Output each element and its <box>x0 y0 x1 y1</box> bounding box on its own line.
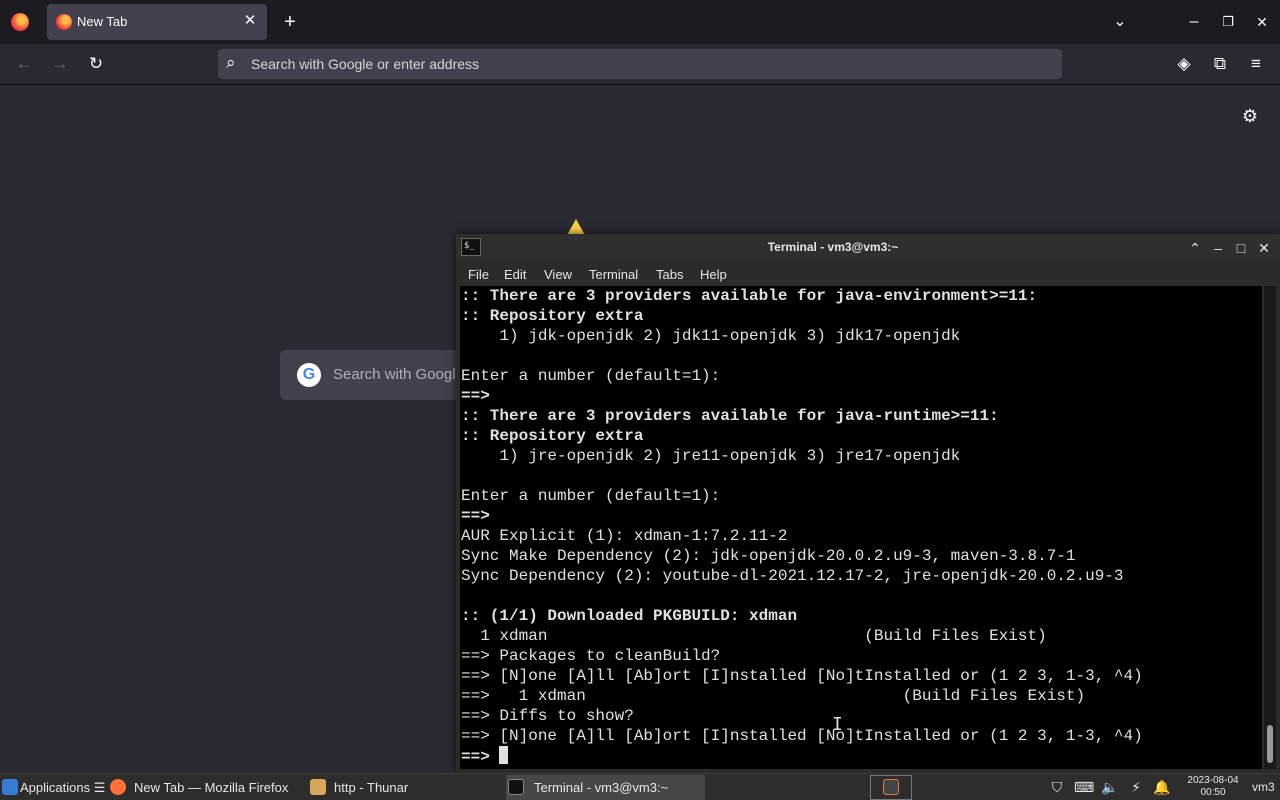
applications-menu-button[interactable]: Applications ☰ <box>0 775 106 800</box>
terminal-line: 1) jre-openjdk 2) jre11-openjdk 3) jre17… <box>461 447 961 465</box>
terminal-line: :: (1/1) Downloaded PKGBUILD: xdman <box>461 607 798 625</box>
applications-icon <box>2 779 18 795</box>
terminal-cursor <box>499 746 509 764</box>
menu-edit[interactable]: Edit <box>504 267 526 282</box>
terminal-line: Sync Dependency (2): youtube-dl-2021.12.… <box>461 567 1124 585</box>
workspace-icon <box>883 779 899 795</box>
scrollbar-thumb[interactable] <box>1267 725 1273 763</box>
menu-tabs[interactable]: Tabs <box>656 267 683 282</box>
menu-file[interactable]: File <box>468 267 489 282</box>
menu-terminal[interactable]: Terminal <box>589 267 638 282</box>
minimize-button[interactable]: – <box>1208 238 1228 258</box>
user-name[interactable]: vm3 <box>1252 780 1275 794</box>
terminal-line: :: There are 3 providers available for j… <box>461 287 1038 305</box>
terminal-line: ==> [N]one [A]ll [Ab]ort [I]nstalled [No… <box>461 727 1143 745</box>
clock-date: 2023-08-04 <box>1187 775 1239 786</box>
taskbar: Applications ☰ New Tab — Mozilla Firefox… <box>0 773 1280 800</box>
maximize-button[interactable]: □ <box>1231 238 1251 258</box>
window-restore-button[interactable]: ❐ <box>1216 10 1240 34</box>
terminal-menubar: File Edit View Terminal Tabs Help <box>456 262 1280 286</box>
clock-time: 00:50 <box>1200 787 1226 798</box>
terminal-line: ==> <box>461 507 490 525</box>
terminal-lines: :: There are 3 providers available for j… <box>461 286 1143 766</box>
terminal-line: Enter a number (default=1): <box>461 367 721 385</box>
terminal-line: 1) jdk-openjdk 2) jdk11-openjdk 3) jdk17… <box>461 327 961 345</box>
workspace-switcher[interactable] <box>870 775 912 800</box>
app-menu-icon[interactable]: ≡ <box>1244 52 1268 76</box>
taskbar-item-thunar[interactable]: http - Thunar <box>308 775 504 800</box>
taskbar-item-firefox[interactable]: New Tab — Mozilla Firefox <box>108 775 304 800</box>
terminal-icon <box>508 779 524 795</box>
tab-title: New Tab <box>77 14 128 29</box>
keyboard-icon[interactable]: ⌨ <box>1074 779 1094 796</box>
power-icon[interactable]: ⚡ <box>1126 779 1146 796</box>
navigation-toolbar: ← → ↻ ⌕ Search with Google or enter addr… <box>0 44 1280 85</box>
window-minimize-button[interactable]: – <box>1182 10 1206 34</box>
menu-help[interactable]: Help <box>700 267 727 282</box>
terminal-title: Terminal - vm3@vm3:~ <box>767 240 899 254</box>
back-arrow-icon[interactable]: ← <box>12 52 36 76</box>
terminal-line: ==> <box>461 387 490 405</box>
terminal-scrollbar[interactable] <box>1264 286 1276 769</box>
menu-view[interactable]: View <box>544 267 572 282</box>
window-close-button[interactable]: ✕ <box>1250 10 1274 34</box>
terminal-line: :: Repository extra <box>461 427 644 445</box>
tab-bar: New Tab ✕ + ⌄ – ❐ ✕ <box>0 0 1280 44</box>
terminal-line: Enter a number (default=1): <box>461 487 721 505</box>
taskbar-item-label: New Tab — Mozilla Firefox <box>134 780 289 795</box>
close-button[interactable]: ✕ <box>1254 238 1274 258</box>
taskbar-item-label: Terminal - vm3@vm3:~ <box>534 780 669 795</box>
terminal-line: 1 xdman (Build Files Exist) <box>461 627 1047 645</box>
search-icon: ⌕ <box>226 53 236 72</box>
terminal-line: :: There are 3 providers available for j… <box>461 407 999 425</box>
pocket-icon[interactable]: ◈ <box>1172 52 1196 76</box>
taskbar-item-terminal[interactable]: Terminal - vm3@vm3:~ <box>506 775 705 800</box>
taskbar-item-label: http - Thunar <box>334 780 409 795</box>
terminal-titlebar[interactable]: $_ Terminal - vm3@vm3:~ ⌃ – □ ✕ <box>456 234 1280 262</box>
terminal-line: Sync Make Dependency (2): jdk-openjdk-20… <box>461 547 1076 565</box>
tab-favicon-icon <box>56 14 72 30</box>
forward-arrow-icon[interactable]: → <box>48 52 72 76</box>
terminal-line: ==> [N]one [A]ll [Ab]ort [I]nstalled [No… <box>461 667 1143 685</box>
terminal-line: ==> 1 xdman (Build Files Exist) <box>461 687 1086 705</box>
applications-label: Applications ☰ <box>20 780 106 795</box>
shade-button[interactable]: ⌃ <box>1185 238 1205 258</box>
terminal-line: ==> Diffs to show? <box>461 707 634 725</box>
mouse-ibeam-icon: I <box>832 714 843 735</box>
folder-icon <box>310 779 326 795</box>
new-tab-button[interactable]: + <box>278 10 302 34</box>
terminal-prompt-line: ==> <box>461 746 1143 766</box>
terminal-window: $_ Terminal - vm3@vm3:~ ⌃ – □ ✕ File Edi… <box>456 234 1280 773</box>
terminal-line: :: Repository extra <box>461 307 644 325</box>
firefox-icon <box>110 779 126 795</box>
google-search-placeholder: Search with Googl <box>333 366 456 383</box>
terminal-line: AUR Explicit (1): xdman-1:7.2.11-2 <box>461 527 788 545</box>
list-tabs-icon[interactable]: ⌄ <box>1108 10 1132 34</box>
terminal-line: ==> Packages to cleanBuild? <box>461 647 721 665</box>
tab-close-icon[interactable]: ✕ <box>241 12 259 30</box>
gear-icon[interactable]: ⚙ <box>1240 106 1260 126</box>
extensions-icon[interactable]: ⧉ <box>1208 52 1232 76</box>
bell-icon[interactable]: 🔔 <box>1152 779 1172 796</box>
terminal-output[interactable]: :: There are 3 providers available for j… <box>460 286 1262 769</box>
clock[interactable]: 2023-08-04 00:50 <box>1180 775 1246 799</box>
google-logo-icon: G <box>297 363 321 387</box>
tab-new-tab[interactable]: New Tab ✕ <box>47 4 267 40</box>
reload-icon[interactable]: ↻ <box>84 52 108 76</box>
volume-icon[interactable]: 🔈 <box>1100 779 1120 796</box>
terminal-prompt: ==> <box>461 748 500 766</box>
address-bar-placeholder: Search with Google or enter address <box>251 56 480 72</box>
shield-icon[interactable]: ⛉ <box>1047 779 1067 796</box>
address-bar[interactable]: ⌕ Search with Google or enter address <box>218 49 1062 79</box>
firefox-logo-icon[interactable] <box>11 13 29 31</box>
